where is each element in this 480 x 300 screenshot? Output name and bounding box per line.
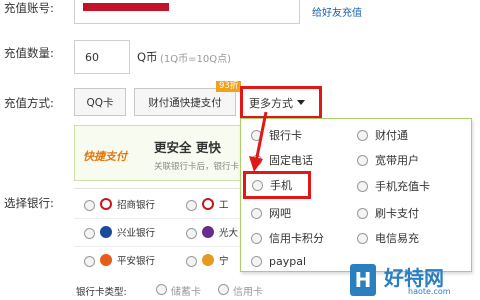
- bank-radio-pingan[interactable]: [84, 256, 95, 267]
- option-internet-cafe-label: 网吧: [269, 207, 291, 220]
- radio-paypal[interactable]: [251, 256, 262, 267]
- bank-radio-cib[interactable]: [84, 228, 95, 239]
- option-telecom-recharge[interactable]: 电信易充: [357, 230, 419, 246]
- quick-pay-logo: 快捷支付: [83, 150, 127, 163]
- radio-card-swipe[interactable]: [357, 207, 368, 219]
- banner-subtitle: 关联银行卡后，银行卡: [154, 162, 240, 172]
- card-type-radio-credit[interactable]: [218, 284, 229, 295]
- radio-broadband[interactable]: [357, 154, 368, 166]
- ningbo-logo-icon: [202, 254, 214, 266]
- watermark-subtext: haote.com: [408, 287, 451, 296]
- bank-ceb-label: 光大: [219, 228, 239, 239]
- tab-tenpay-quick[interactable]: 财付通快捷支付: [134, 88, 236, 116]
- radio-credit-points[interactable]: [251, 232, 262, 244]
- option-broadband[interactable]: 宽带用户: [357, 152, 419, 168]
- option-mobile-card-label: 手机充值卡: [375, 180, 430, 193]
- annotation-arrow: [249, 111, 268, 172]
- gift-friend-link[interactable]: 给好友充值: [312, 4, 362, 19]
- option-paypal-label: paypal: [269, 255, 307, 268]
- account-value-redacted: [83, 3, 169, 11]
- quantity-unit: Q币: [137, 50, 158, 64]
- watermark: H 好特网 haote.com: [348, 262, 480, 300]
- radio-tenpay[interactable]: [357, 129, 368, 141]
- watermark-logo-icon: H: [350, 264, 376, 296]
- bank-ceb[interactable]: 光大: [202, 225, 238, 239]
- radio-internet-cafe[interactable]: [251, 207, 262, 219]
- bank-cmb[interactable]: 招商银行: [100, 197, 155, 211]
- radio-mobile[interactable]: [252, 179, 263, 191]
- cib-logo-icon: [100, 226, 112, 238]
- option-card-swipe[interactable]: 刷卡支付: [357, 205, 419, 221]
- option-mobile[interactable]: 手机: [243, 171, 311, 199]
- option-telecom-recharge-label: 电信易充: [375, 232, 419, 245]
- option-mobile-label: 手机: [270, 179, 292, 192]
- bank-cmb-label: 招商银行: [117, 200, 156, 211]
- option-credit-points-label: 信用卡积分: [269, 232, 324, 245]
- option-tenpay-label: 财付通: [375, 129, 408, 142]
- card-type-label: 银行卡类型:: [76, 287, 127, 298]
- bank-cib-label: 兴业银行: [117, 228, 156, 239]
- method-label: 充值方式:: [4, 96, 54, 110]
- quantity-value: 60: [85, 50, 99, 64]
- quantity-input[interactable]: 60: [74, 40, 130, 74]
- option-credit-points[interactable]: 信用卡积分: [251, 230, 324, 246]
- bank-pingan-label: 平安银行: [117, 256, 156, 267]
- discount-badge: 93折: [216, 81, 242, 92]
- caret-down-icon: [297, 100, 305, 105]
- tab-tenpay-quick-label: 财付通快捷支付: [148, 96, 222, 109]
- quantity-label: 充值数量:: [4, 46, 54, 60]
- ceb-logo-icon: [202, 226, 214, 238]
- tab-more-methods-label: 更多方式: [249, 96, 293, 110]
- option-paypal[interactable]: paypal: [251, 255, 306, 268]
- quick-pay-banner: 快捷支付 更安全 更快 关联银行卡后，银行卡: [74, 125, 250, 181]
- bank-icbc-label: 工: [219, 200, 229, 211]
- pingan-logo-icon: [100, 254, 112, 266]
- card-type-radio-debit[interactable]: [156, 284, 167, 295]
- bank-ningbo-label: 宁: [219, 256, 229, 267]
- bank-radio-icbc[interactable]: [186, 200, 197, 211]
- bank-label: 选择银行:: [4, 196, 54, 210]
- bank-ningbo[interactable]: 宁: [202, 253, 229, 267]
- radio-telecom-recharge[interactable]: [357, 232, 368, 244]
- tab-qq-card-label: QQ卡: [86, 96, 114, 109]
- banner-title: 更安全 更快: [154, 140, 221, 155]
- quantity-note: (1Q币=10Q点): [160, 54, 232, 65]
- option-internet-cafe[interactable]: 网吧: [251, 205, 291, 221]
- bank-icbc[interactable]: 工: [202, 197, 229, 211]
- bank-grid: 招商银行 工 兴业银行 光大 平安银行 宁: [74, 188, 244, 275]
- icbc-logo-icon: [202, 198, 214, 210]
- bank-radio-cmb[interactable]: [84, 200, 95, 211]
- cmb-logo-icon: [100, 198, 112, 210]
- option-tenpay[interactable]: 财付通: [357, 127, 408, 143]
- bank-cib[interactable]: 兴业银行: [100, 225, 155, 239]
- radio-mobile-card[interactable]: [357, 180, 368, 192]
- card-type-credit[interactable]: 信用卡: [233, 283, 263, 298]
- option-card-swipe-label: 刷卡支付: [375, 207, 419, 220]
- bank-pingan[interactable]: 平安银行: [100, 253, 155, 267]
- account-label: 充值账号:: [4, 1, 54, 15]
- option-broadband-label: 宽带用户: [375, 154, 419, 167]
- option-mobile-card[interactable]: 手机充值卡: [357, 178, 430, 194]
- bank-radio-ningbo[interactable]: [186, 256, 197, 267]
- bank-radio-ceb[interactable]: [186, 228, 197, 239]
- tab-qq-card[interactable]: QQ卡: [74, 88, 126, 116]
- account-input[interactable]: [74, 0, 300, 24]
- card-type-debit[interactable]: 储蓄卡: [171, 283, 201, 298]
